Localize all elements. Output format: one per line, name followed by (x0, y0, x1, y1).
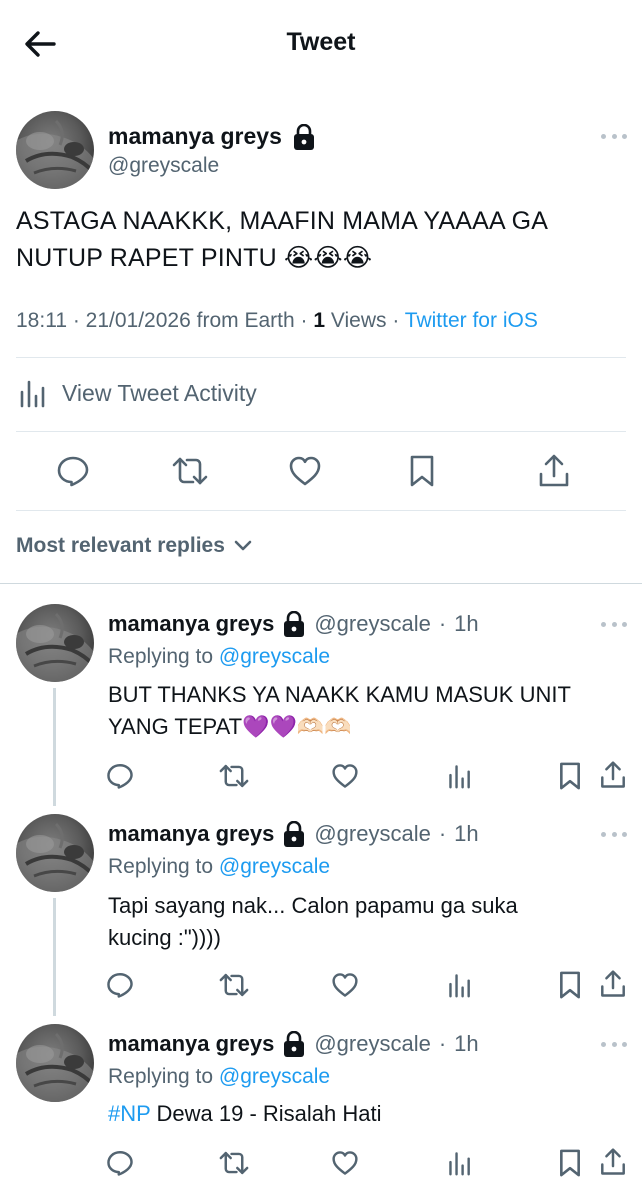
share-icon[interactable] (597, 1145, 629, 1179)
more-options-icon[interactable] (601, 619, 627, 629)
divider (16, 431, 626, 432)
analytics-icon[interactable] (444, 1147, 476, 1179)
reply-time: 1h (454, 821, 479, 846)
page-title: Tweet (286, 28, 356, 56)
like-heart-icon[interactable] (329, 760, 361, 792)
author-name[interactable]: mamanya greys (108, 611, 274, 637)
replying-prefix: Replying to (108, 645, 214, 668)
share-icon[interactable] (597, 758, 629, 792)
replying-to-link[interactable]: @greyscale (219, 855, 330, 878)
reply-text-body: BUT THANKS YA NAAKK KAMU MASUK UNIT YANG… (108, 682, 571, 739)
reply-time: 1h (454, 611, 479, 636)
author-name-text: mamanya greys (108, 123, 282, 149)
reply-text: BUT THANKS YA NAAKK KAMU MASUK UNIT YANG… (108, 679, 628, 743)
bookmark-icon[interactable] (555, 1146, 585, 1180)
like-heart-icon[interactable] (287, 453, 323, 489)
analytics-icon[interactable] (444, 969, 476, 1001)
author-handle[interactable]: @greyscale (314, 821, 431, 847)
reply-text-body: Tapi sayang nak... Calon papamu ga suka … (108, 893, 518, 950)
replying-to-link[interactable]: @greyscale (219, 1065, 330, 1088)
reply-text-body: Dewa 19 - Risalah Hati (156, 1101, 382, 1126)
divider (16, 357, 626, 358)
retweet-icon[interactable] (170, 453, 210, 489)
reply-icon[interactable] (55, 453, 91, 489)
reply-text: Tapi sayang nak... Calon papamu ga suka … (108, 890, 578, 954)
tweet-location: from Earth (196, 309, 295, 332)
bookmark-icon[interactable] (555, 968, 585, 1002)
author-name[interactable]: mamanya greys (108, 123, 316, 150)
like-heart-icon[interactable] (329, 969, 361, 1001)
retweet-icon[interactable] (217, 760, 251, 792)
author-handle[interactable]: @greyscale (314, 611, 431, 637)
analytics-icon (18, 378, 48, 408)
lock-icon (282, 611, 306, 637)
chevron-down-icon (233, 539, 253, 553)
author-name[interactable]: mamanya greys (108, 1031, 274, 1057)
reply-icon[interactable] (104, 1147, 136, 1179)
thread-line (53, 898, 56, 1016)
replying-to: Replying to @greyscale (108, 645, 330, 669)
lock-icon (292, 123, 316, 150)
avatar[interactable] (16, 1024, 94, 1102)
analytics-icon[interactable] (444, 760, 476, 792)
reply-text: #NP Dewa 19 - Risalah Hati (108, 1098, 628, 1130)
top-bar: Tweet (0, 0, 642, 88)
avatar[interactable] (16, 111, 94, 189)
view-tweet-activity-button[interactable]: View Tweet Activity (18, 378, 257, 408)
retweet-icon[interactable] (217, 1147, 251, 1179)
reply-header: mamanya greys @greyscale · 1h (108, 611, 479, 637)
reply-icon[interactable] (104, 969, 136, 1001)
reply-icon[interactable] (104, 760, 136, 792)
replying-prefix: Replying to (108, 1065, 214, 1088)
replies-sort-dropdown[interactable]: Most relevant replies (16, 534, 253, 558)
divider (0, 583, 642, 584)
more-options-icon[interactable] (601, 829, 627, 839)
views-label[interactable]: Views (331, 309, 387, 332)
replying-prefix: Replying to (108, 855, 214, 878)
replying-to-link[interactable]: @greyscale (219, 645, 330, 668)
tweet-date: 21/01/2026 (85, 309, 191, 332)
tweet-text: ASTAGA NAAKKK, MAAFIN MAMA YAAAA GA NUTU… (16, 207, 547, 272)
tweet-source-link[interactable]: Twitter for iOS (405, 309, 538, 332)
author-handle[interactable]: @greyscale (108, 154, 219, 178)
author-handle[interactable]: @greyscale (314, 1031, 431, 1057)
hashtag-link[interactable]: #NP (108, 1101, 150, 1126)
replying-to: Replying to @greyscale (108, 855, 330, 879)
views-count[interactable]: 1 (313, 309, 325, 332)
divider (16, 510, 626, 511)
view-tweet-activity-label: View Tweet Activity (62, 379, 257, 406)
lock-icon (282, 1031, 306, 1057)
tweet-time: 18:11 (16, 309, 67, 332)
reply-time: 1h (454, 1031, 479, 1056)
more-options-icon[interactable] (601, 131, 627, 141)
reply-header: mamanya greys @greyscale · 1h (108, 821, 479, 847)
author-name[interactable]: mamanya greys (108, 821, 274, 847)
reply-header: mamanya greys @greyscale · 1h (108, 1031, 479, 1057)
bookmark-icon[interactable] (404, 453, 440, 489)
replies-sort-label: Most relevant replies (16, 534, 225, 557)
avatar[interactable] (16, 814, 94, 892)
share-icon[interactable] (597, 967, 629, 1001)
avatar[interactable] (16, 604, 94, 682)
share-icon[interactable] (536, 452, 572, 490)
retweet-icon[interactable] (217, 969, 251, 1001)
tweet-meta: 18:11 · 21/01/2026 from Earth · 1 Views … (16, 309, 538, 332)
lock-icon (282, 821, 306, 847)
bookmark-icon[interactable] (555, 759, 585, 793)
more-options-icon[interactable] (601, 1039, 627, 1049)
thread-line (53, 688, 56, 806)
like-heart-icon[interactable] (329, 1147, 361, 1179)
replying-to: Replying to @greyscale (108, 1065, 330, 1089)
